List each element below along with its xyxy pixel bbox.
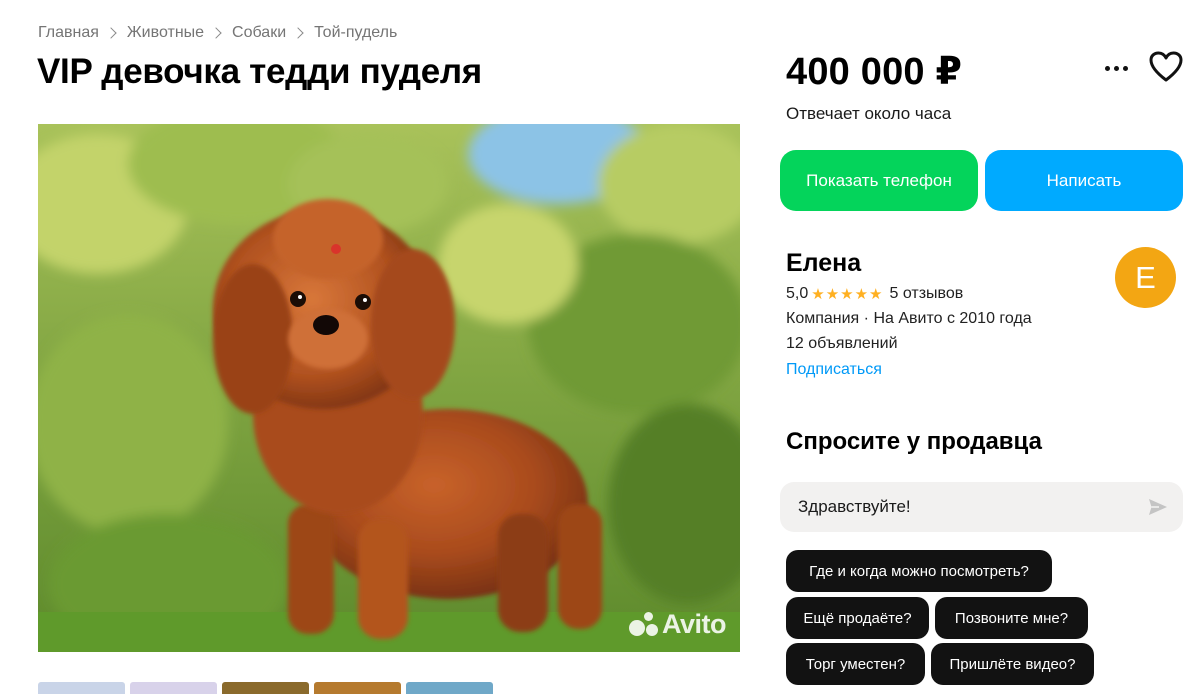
reviews-link[interactable]: 5 отзывов — [890, 285, 964, 303]
breadcrumb-item-toy-poodle[interactable]: Той-пудель — [314, 24, 397, 42]
seller-company-info: Компания · На Авито с 2010 года — [786, 310, 1032, 327]
quick-question-chip[interactable]: Торг уместен? — [786, 643, 925, 685]
dog-photo — [38, 124, 740, 652]
chevron-right-icon — [210, 27, 222, 39]
breadcrumb-item-dogs[interactable]: Собаки — [232, 24, 286, 42]
message-box — [780, 482, 1183, 532]
write-message-button[interactable]: Написать — [985, 150, 1183, 211]
subscribe-link[interactable]: Подписаться — [786, 361, 882, 379]
breadcrumb: Главная Животные Собаки Той-пудель — [38, 22, 397, 44]
quick-question-chip[interactable]: Позвоните мне? — [935, 597, 1088, 639]
more-dots-icon[interactable] — [1099, 56, 1133, 80]
response-time: Отвечает около часа — [786, 104, 952, 123]
thumbnail[interactable] — [130, 682, 217, 694]
thumbnail[interactable] — [222, 682, 309, 694]
show-phone-button[interactable]: Показать телефон — [780, 150, 978, 211]
star-rating-icon: ★★★★★ — [811, 286, 884, 303]
quick-question-chip[interactable]: Где и когда можно посмотреть? — [786, 550, 1052, 592]
breadcrumb-item-animals[interactable]: Животные — [127, 24, 204, 42]
quick-question-chip[interactable]: Пришлёте видео? — [931, 643, 1094, 685]
thumbnail[interactable] — [38, 682, 125, 694]
page-title: VIP девочка тедди пуделя — [37, 52, 482, 91]
breadcrumb-item-home[interactable]: Главная — [38, 24, 99, 42]
ask-seller-title: Спросите у продавца — [786, 428, 1042, 455]
chevron-right-icon — [292, 27, 304, 39]
chevron-right-icon — [105, 27, 117, 39]
watermark-text: Avito — [662, 609, 727, 639]
thumbnail[interactable] — [406, 682, 493, 694]
main-photo[interactable]: Avito — [38, 124, 740, 652]
send-icon[interactable] — [1147, 496, 1169, 518]
heart-icon[interactable] — [1148, 50, 1184, 84]
thumbnail-strip — [38, 682, 493, 694]
avito-logo: Avito — [629, 609, 727, 640]
quick-question-chip[interactable]: Ещё продаёте? — [786, 597, 929, 639]
seller-rating: 5,0 ★★★★★ 5 отзывов — [786, 285, 963, 303]
rating-value: 5,0 — [786, 285, 809, 302]
avito-dots-icon — [629, 611, 659, 638]
seller-ads-count[interactable]: 12 объявлений — [786, 335, 898, 353]
thumbnail[interactable] — [314, 682, 401, 694]
seller-name[interactable]: Елена — [786, 249, 861, 278]
price: 400 000 ₽ — [786, 51, 963, 93]
avatar[interactable]: Е — [1115, 247, 1176, 308]
message-input[interactable] — [780, 482, 1140, 532]
